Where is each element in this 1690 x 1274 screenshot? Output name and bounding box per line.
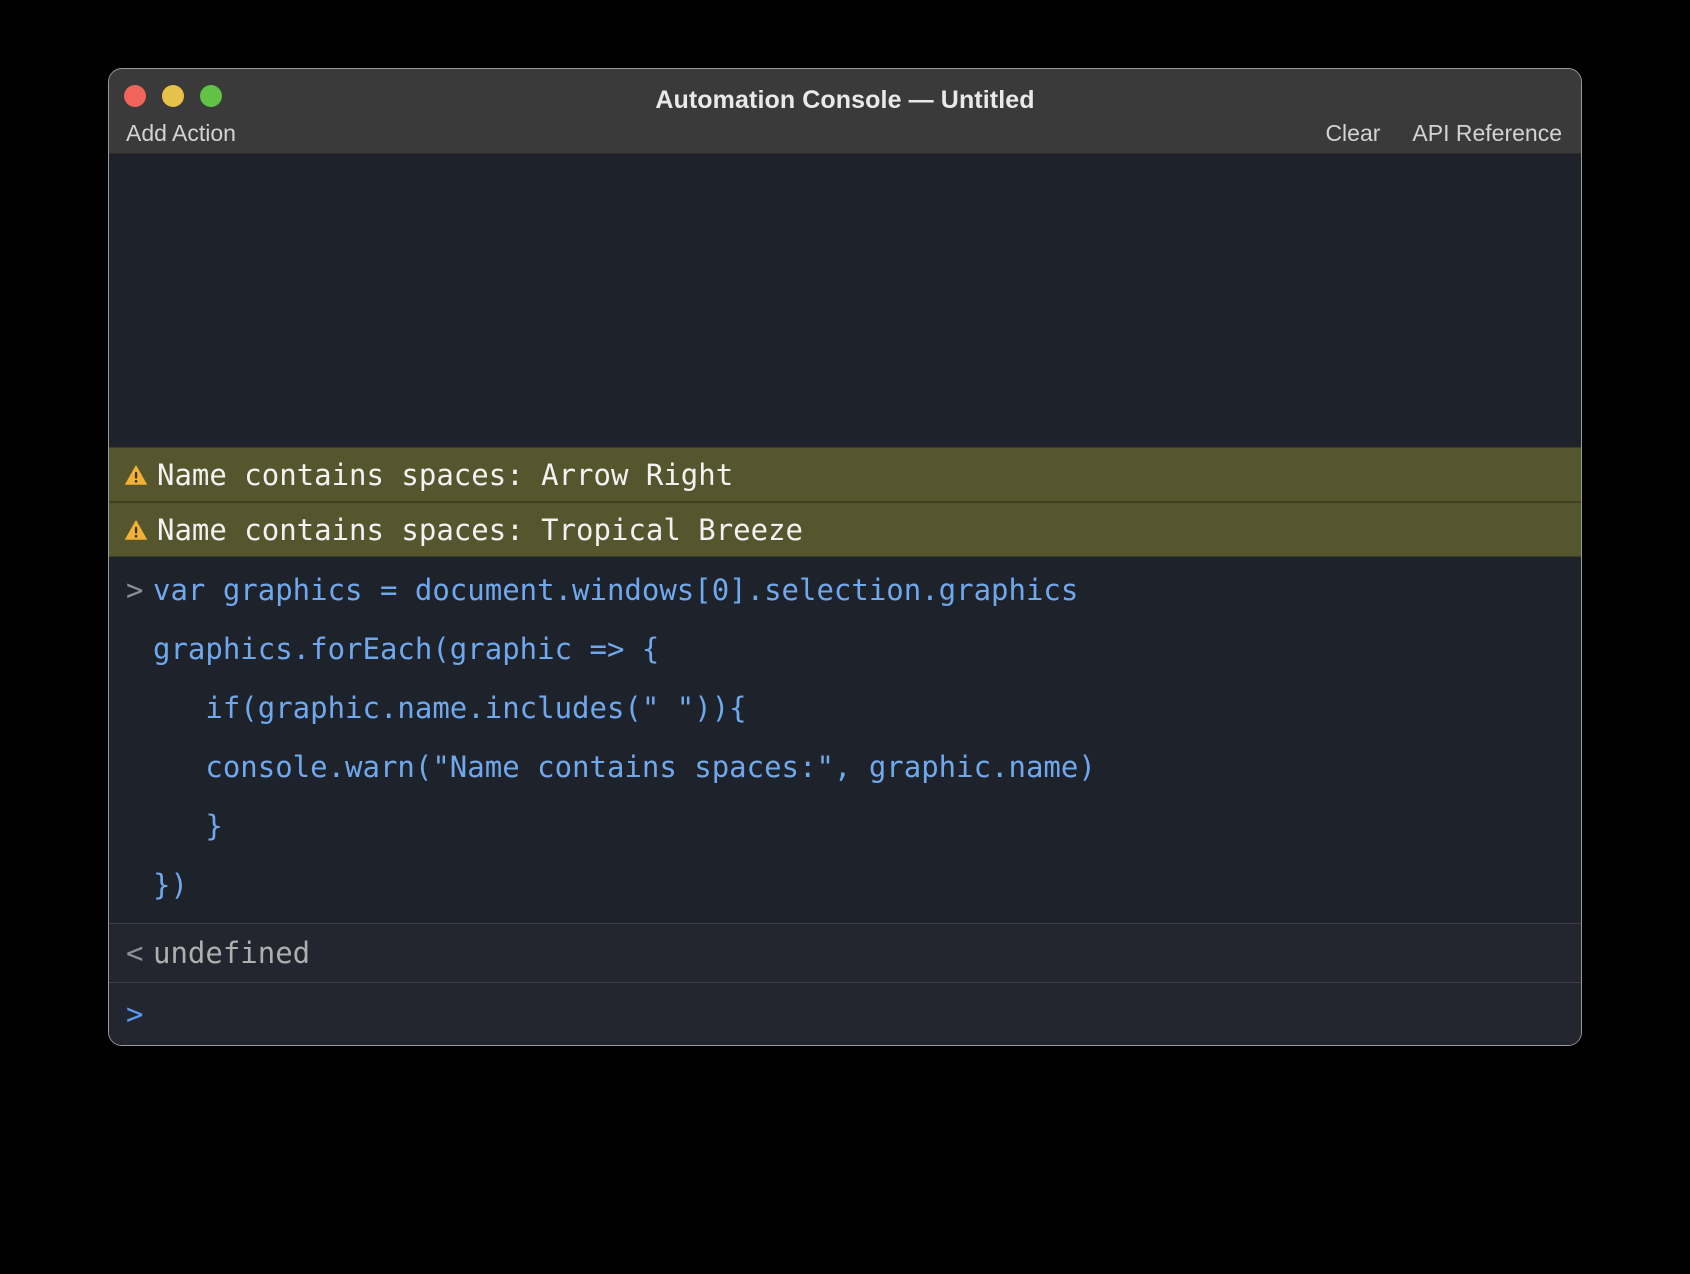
toolbar-left: Add Action: [126, 119, 236, 147]
log-warning-text: Name contains spaces: Arrow Right: [157, 457, 734, 492]
code-line-text: console.warn("Name contains spaces:", gr…: [153, 750, 1096, 784]
automation-console-window: Automation Console — Untitled Add Action…: [108, 68, 1582, 1046]
log-row-input-code[interactable]: > var graphics = document.windows[0].sel…: [109, 557, 1581, 924]
window-titlebar: Automation Console — Untitled Add Action…: [109, 69, 1581, 154]
code-line-text: graphics.forEach(graphic => {: [153, 632, 660, 666]
log-row-warning[interactable]: Name contains spaces: Tropical Breeze: [109, 502, 1581, 557]
code-line: > var graphics = document.windows[0].sel…: [109, 561, 1581, 620]
code-line: graphics.forEach(graphic => {: [109, 620, 1581, 679]
log-row-result[interactable]: < undefined: [109, 924, 1581, 983]
code-line: console.warn("Name contains spaces:", gr…: [109, 738, 1581, 797]
console-log-scroll[interactable]: Name contains spaces: Arrow Right Name c…: [109, 154, 1581, 983]
code-line-text: if(graphic.name.includes(" ")){: [153, 691, 747, 725]
console-input-row[interactable]: >: [109, 983, 1581, 1045]
code-line-text: var graphics = document.windows[0].selec…: [153, 573, 1079, 607]
clear-button[interactable]: Clear: [1325, 119, 1380, 147]
code-line: }: [109, 797, 1581, 856]
add-action-button[interactable]: Add Action: [126, 119, 236, 147]
toolbar-right: Clear API Reference: [1325, 119, 1562, 147]
code-line-text: }: [153, 809, 223, 843]
log-warning-text: Name contains spaces: Tropical Breeze: [157, 512, 804, 547]
warning-triangle-icon: [124, 464, 148, 485]
api-reference-button[interactable]: API Reference: [1412, 119, 1562, 147]
warning-triangle-icon: [124, 519, 148, 540]
code-line: }): [109, 856, 1581, 915]
code-line-text: }): [153, 868, 188, 902]
code-line: if(graphic.name.includes(" ")){: [109, 679, 1581, 738]
result-prompt-symbol: <: [126, 936, 144, 970]
result-value: undefined: [153, 936, 311, 970]
window-title: Automation Console — Untitled: [655, 86, 1035, 114]
input-prompt-symbol: >: [126, 573, 144, 607]
log-row-warning[interactable]: Name contains spaces: Arrow Right: [109, 447, 1581, 502]
console-prompt-symbol: >: [126, 997, 144, 1031]
console-area: Name contains spaces: Arrow Right Name c…: [109, 154, 1581, 1045]
